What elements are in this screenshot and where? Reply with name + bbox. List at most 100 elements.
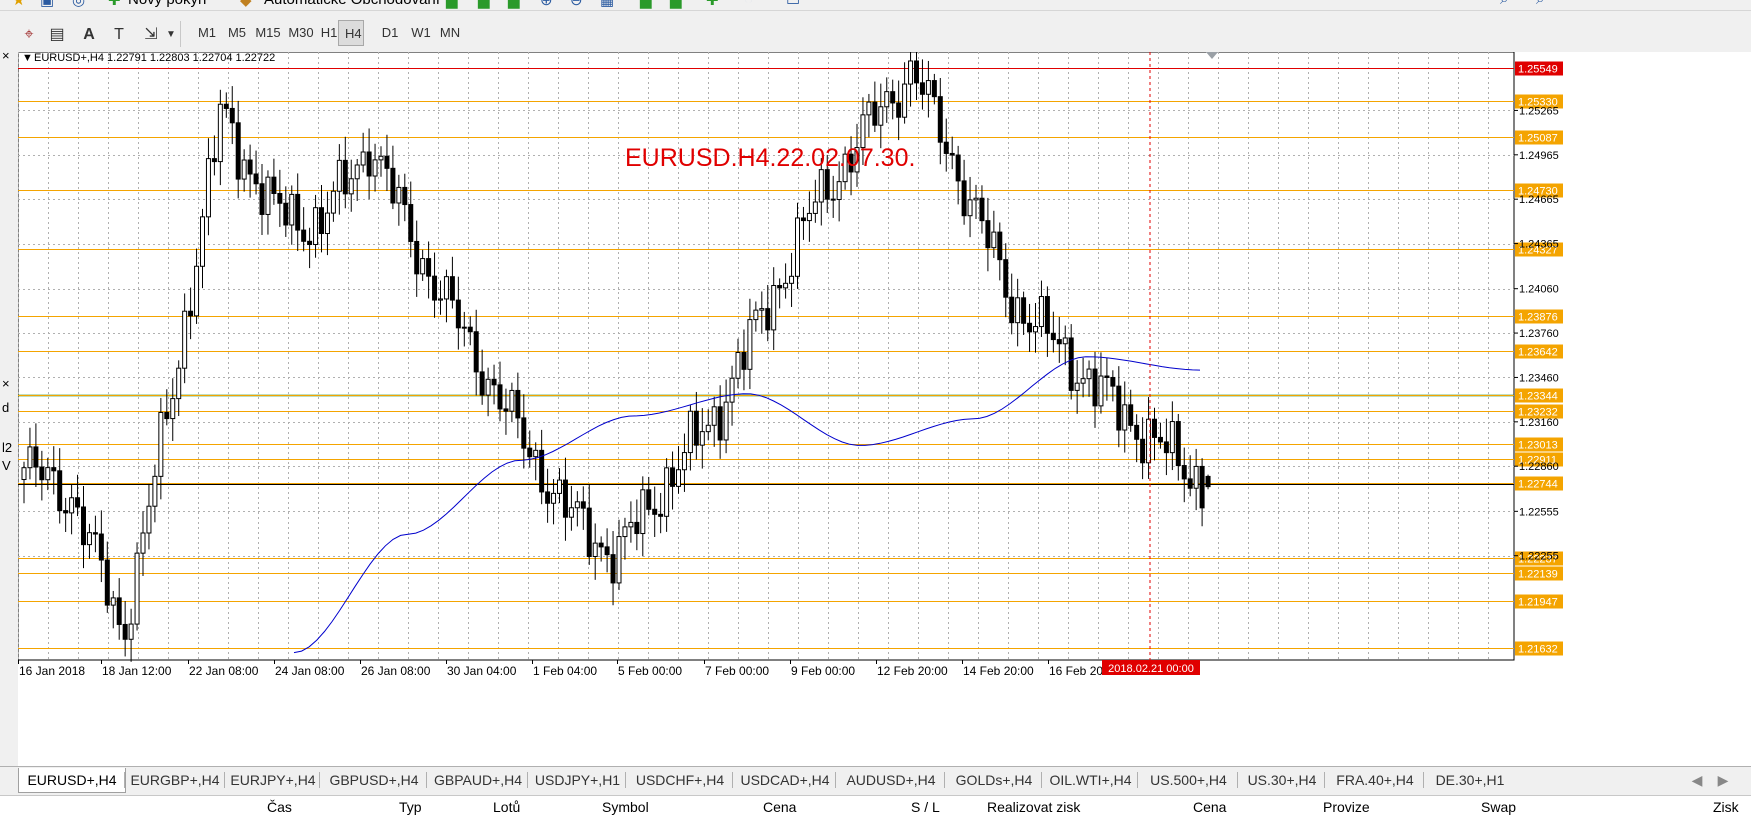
time-label: 24 Jan 08:00 [275, 664, 345, 678]
tab-divider [1237, 772, 1238, 788]
chart-tool-icon[interactable]: ▟ [446, 0, 458, 9]
tab-divider [1041, 772, 1042, 788]
candle [1205, 474, 1211, 490]
chart-tabs: EURUSD+,H4 EURGBP+,H4 EURJPY+,H4 GBPUSD+,H4… [0, 766, 1751, 795]
chart-header-arrow-icon[interactable]: ▼ [22, 52, 33, 64]
price-tick-label: 1.24060 [1519, 284, 1559, 296]
templates-icon[interactable]: ▭ [786, 0, 800, 9]
tab-divider [625, 772, 626, 788]
symbol-tab[interactable]: GBPAUD+,H4 [429, 768, 527, 792]
symbol-tab[interactable]: OIL.WTI+,H4 [1044, 768, 1137, 792]
text-label-icon[interactable]: T [108, 24, 130, 46]
tab-divider [527, 772, 528, 788]
left-panel-edge: × × d l2 V [0, 48, 19, 766]
symbol-tab[interactable]: US.30+,H4 [1240, 768, 1324, 792]
symbol-tab[interactable]: GOLDs+,H4 [947, 768, 1041, 792]
timeframe-mn[interactable]: MN [431, 20, 469, 46]
chart-shift-icon[interactable]: ▟ [670, 0, 682, 9]
price-tick-label: 1.25265 [1519, 105, 1559, 117]
time-label: 12 Feb 20:00 [877, 664, 948, 678]
periods-icon[interactable]: ◔ [744, 0, 753, 9]
tab-divider [732, 772, 733, 788]
time-label: 30 Jan 04:00 [447, 664, 517, 678]
symbol-tab[interactable]: EURJPY+,H4 [227, 768, 319, 792]
level-badge-label: 1.23344 [1518, 391, 1558, 403]
col-sl[interactable]: S / L [911, 799, 940, 815]
tile-windows-icon[interactable]: ▦ [600, 0, 614, 9]
tab-divider [319, 772, 320, 788]
col-time[interactable]: Čas [267, 799, 292, 815]
time-label: 7 Feb 00:00 [705, 664, 769, 678]
terminal-header: Čas Typ Lotů Symbol Cena S / L Realizova… [0, 795, 1751, 817]
left-edge-fragment: V [2, 458, 11, 473]
scroll-chart-icon[interactable]: ▟ [640, 0, 652, 9]
chevron-down-icon[interactable]: ▼ [160, 24, 182, 46]
level-badge-label: 1.25087 [1518, 133, 1558, 145]
level-badge-label: 1.25549 [1518, 64, 1558, 76]
grid-lines-icon[interactable]: ▤ [46, 24, 68, 46]
symbol-tab[interactable]: FRA.40+,H4 [1327, 768, 1423, 792]
save-icon[interactable]: ▣ [40, 0, 54, 9]
col-lots[interactable]: Lotů [493, 799, 520, 815]
search-icon[interactable]: ⌕ [1500, 0, 1508, 9]
level-badge-label: 1.22744 [1518, 479, 1558, 491]
zoom-out-icon[interactable]: ⊖ [570, 0, 583, 9]
tab-divider [1423, 772, 1424, 788]
symbol-tab[interactable]: US.500+,H4 [1140, 768, 1237, 792]
tab-divider [1137, 772, 1138, 788]
zoom-in-icon[interactable]: ⊕ [540, 0, 553, 9]
close-icon[interactable]: × [2, 48, 10, 63]
auto-trading-button[interactable]: Automatické Obchodování [264, 0, 440, 9]
symbol-tab[interactable]: AUDUSD+,H4 [838, 768, 944, 792]
left-edge-fragment: l2 [2, 440, 13, 455]
time-label: 14 Feb 20:00 [963, 664, 1034, 678]
new-order-icon[interactable]: ✚ [108, 0, 121, 9]
col-profit[interactable]: Zisk [1713, 799, 1739, 815]
col-symbol[interactable]: Symbol [602, 799, 649, 815]
symbol-tab[interactable]: EURUSD+,H4 [18, 768, 126, 793]
text-tool-icon[interactable]: A [78, 24, 100, 46]
scroll-left-icon[interactable]: ◀ [1690, 768, 1704, 792]
tab-divider [835, 772, 836, 788]
chart-tool-3-icon[interactable]: ▟ [508, 0, 520, 9]
time-label: 16 Jan 2018 [19, 664, 85, 678]
price-tick-label: 1.24965 [1519, 150, 1559, 162]
price-tick-label: 1.24665 [1519, 194, 1559, 206]
price-chart[interactable]: 1.255491.253301.250871.247301.243271.238… [17, 45, 1751, 766]
symbol-tab[interactable]: GBPUSD+,H4 [322, 768, 426, 792]
col-type[interactable]: Typ [399, 799, 422, 815]
scroll-right-icon[interactable]: ▶ [1716, 768, 1730, 792]
toolbar-divider [180, 21, 181, 47]
candle [134, 542, 140, 631]
price-tick-label: 1.23460 [1519, 372, 1559, 384]
tab-divider [426, 772, 427, 788]
col-swap[interactable]: Swap [1481, 799, 1516, 815]
timeframe-h4[interactable]: H4 [338, 20, 364, 46]
symbol-tab[interactable]: DE.30+,H1 [1426, 768, 1514, 792]
time-label: 22 Jan 08:00 [189, 664, 259, 678]
arrows-tool-icon[interactable]: ⇲ [140, 24, 162, 46]
indicators-icon[interactable]: ✚ [706, 0, 719, 9]
favorites-icon[interactable]: ★ [12, 0, 25, 9]
chart-tool-2-icon[interactable]: ▟ [478, 0, 490, 9]
new-order-button[interactable]: Nový pokyn [128, 0, 206, 9]
symbol-tab[interactable]: EURGBP+,H4 [126, 768, 224, 792]
price-tick-label: 1.23160 [1519, 417, 1559, 429]
crosshair-icon[interactable]: ⌖ [18, 24, 40, 46]
level-badge-label: 1.23642 [1518, 347, 1558, 359]
time-label: 5 Feb 00:00 [618, 664, 682, 678]
symbol-tab[interactable]: USDCHF+,H4 [628, 768, 732, 792]
col-commission[interactable]: Provize [1323, 799, 1370, 815]
col-price-current[interactable]: Cena [1193, 799, 1226, 815]
community-icon[interactable]: ⌕ [1536, 0, 1544, 9]
close-icon[interactable]: × [2, 376, 10, 391]
col-take-profit[interactable]: Realizovat zisk [987, 799, 1080, 815]
symbol-tab[interactable]: USDCAD+,H4 [735, 768, 835, 792]
auto-trading-icon[interactable]: ◆ [240, 0, 252, 9]
level-badge-label: 1.22139 [1518, 569, 1558, 581]
time-label: 16 Feb 20: [1049, 664, 1106, 678]
zoom-icon[interactable]: ◎ [72, 0, 85, 9]
symbol-tab[interactable]: USDJPY+,H1 [530, 768, 625, 792]
col-price[interactable]: Cena [763, 799, 796, 815]
chart-window[interactable]: 1.25549 1.25330 1.25087 1.24730 1.24327 1.238… [17, 45, 1751, 766]
